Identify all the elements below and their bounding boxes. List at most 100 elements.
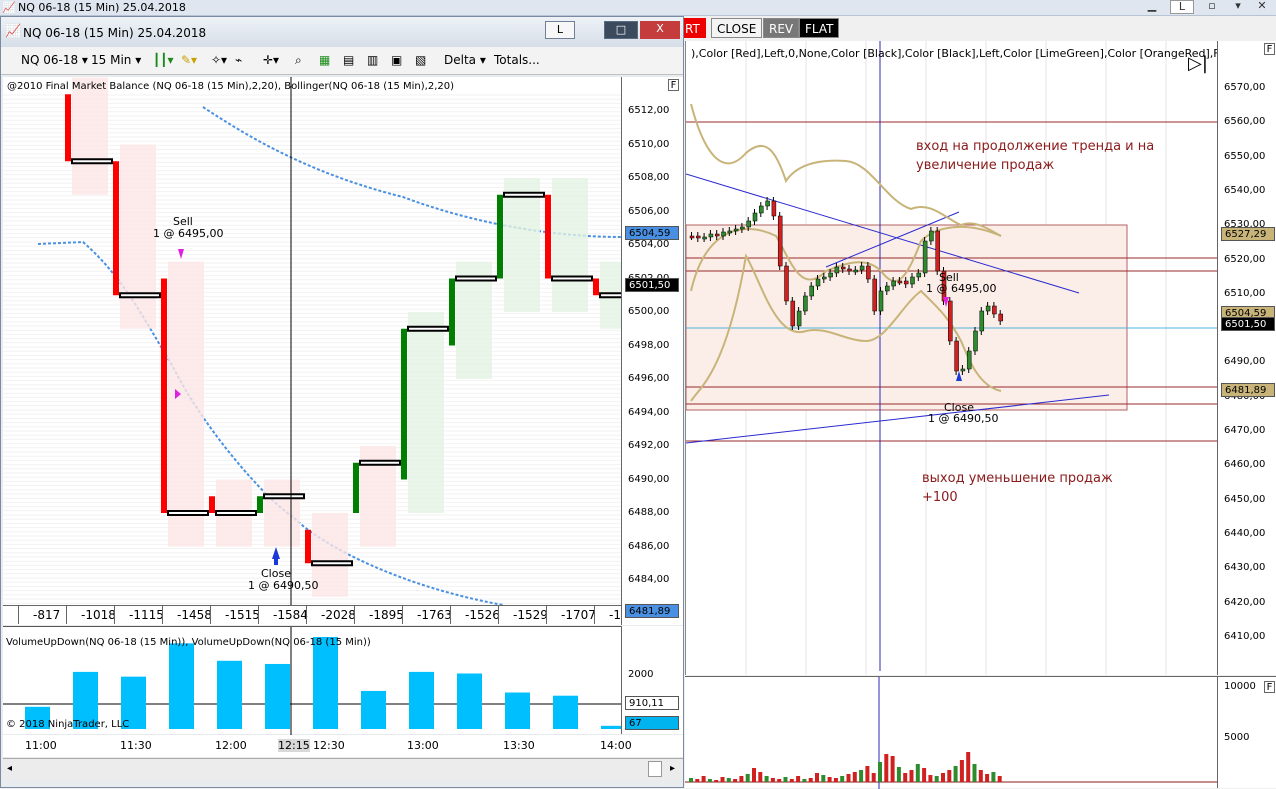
options-icon[interactable]: ▧ xyxy=(415,53,426,67)
right-volume-bar xyxy=(878,762,882,782)
right-volume-bar xyxy=(789,779,794,782)
right-volume-bar xyxy=(833,778,838,782)
right-volume-bar xyxy=(896,767,901,782)
reverse-position-button[interactable]: REV xyxy=(763,18,800,38)
scroll-left-icon[interactable]: ◂ xyxy=(7,763,12,774)
right-volume-bar xyxy=(758,772,763,782)
float-close-button[interactable]: X xyxy=(640,21,680,39)
delta-separator xyxy=(306,606,307,624)
delta-separator xyxy=(402,606,403,624)
float-panel-flag[interactable]: F xyxy=(668,79,679,91)
wand-icon[interactable]: ⌁ xyxy=(235,53,242,67)
scroll-thumb[interactable] xyxy=(648,761,662,777)
strategies-icon[interactable]: ▤ xyxy=(343,53,354,67)
right-candle-body xyxy=(853,269,859,273)
tag-upper: 6527,29 xyxy=(1221,227,1275,241)
right-volume-axis[interactable]: 10000 5000 F xyxy=(1217,676,1276,788)
delta-cell: -2028 xyxy=(321,608,356,622)
right-axis-tick: 6420,00 xyxy=(1224,596,1266,608)
draw-tool-icon[interactable]: ✧▾ xyxy=(211,53,227,67)
close-position-button[interactable]: CLOSE xyxy=(711,18,763,38)
delta-separator xyxy=(450,606,451,624)
right-axis-tick: 6490,00 xyxy=(1224,356,1266,368)
right-axis-tick: 6410,00 xyxy=(1224,630,1266,642)
play-end-icon[interactable]: ▷| xyxy=(1188,53,1208,74)
float-maximize-button[interactable]: □ xyxy=(604,21,638,39)
right-volume-bar xyxy=(915,764,920,782)
indicators-icon[interactable]: ▦ xyxy=(319,53,330,67)
right-volume-bar xyxy=(770,778,775,782)
bar-type-icon[interactable]: ┃┃▾ xyxy=(153,53,173,67)
float-axis-tick: 6512,00 xyxy=(628,105,670,116)
right-candle-body xyxy=(998,313,1003,322)
pencil-icon[interactable]: ✎▾ xyxy=(181,53,197,67)
interval-dropdown[interactable]: 15 Min ▾ xyxy=(91,53,141,67)
right-candle-body xyxy=(790,300,796,327)
time-label: 12:15 xyxy=(278,739,310,752)
right-price-chart[interactable]: Sell 1 @ 6495,00 Close 1 @ 6490,50 ),Col… xyxy=(685,41,1276,675)
float-price-axis[interactable]: 6512,006510,006508,006506,006504,006502,… xyxy=(621,77,683,625)
right-axis-tick: 6570,00 xyxy=(1224,82,1266,93)
delta-separator xyxy=(354,606,355,624)
float-sell-price: 1 @ 6495,00 xyxy=(153,227,223,240)
right-axis-tick: 6450,00 xyxy=(1224,493,1266,505)
delta-value: Delta xyxy=(444,53,477,67)
right-volume-bar xyxy=(827,777,832,782)
footprint-chart[interactable]: Sell 1 @ 6495,00 Close 1 @ 6490,50 @2010… xyxy=(3,77,621,605)
right-axis-tick: 6440,00 xyxy=(1224,527,1266,539)
vol-tick-10000: 10000 xyxy=(1224,681,1256,692)
delta-dropdown[interactable]: Delta ▾ xyxy=(444,53,486,67)
right-candle-body xyxy=(872,278,877,312)
floating-window-titlebar[interactable]: 📈 NQ 06-18 (15 Min) 25.04.2018 L □ X xyxy=(1,17,683,47)
right-vol-panel-flag[interactable]: F xyxy=(1264,681,1275,693)
right-candle-body xyxy=(929,230,934,242)
float-volume-panel[interactable]: VolumeUpDown(NQ 06-18 (15 Min)), VolumeU… xyxy=(3,626,621,735)
right-candle-body xyxy=(828,272,833,278)
data-box-icon[interactable]: ▣ xyxy=(391,53,402,67)
candle-body xyxy=(161,278,167,513)
volume-bar xyxy=(313,637,338,729)
right-volume-bar xyxy=(777,779,782,782)
horizontal-scrollbar[interactable]: ◂ ▸ xyxy=(3,758,683,780)
right-volume-bar xyxy=(884,754,889,782)
float-axis-tick: 6500,00 xyxy=(628,306,670,317)
right-candle-body xyxy=(834,266,840,274)
instrument-value: NQ 06-18 xyxy=(21,53,79,67)
restore-button[interactable]: L xyxy=(1170,0,1194,14)
right-volume-bar xyxy=(701,776,706,782)
crosshair-icon[interactable]: ✛▾ xyxy=(263,53,279,67)
right-volume-bars xyxy=(689,752,1002,782)
right-volume-bar xyxy=(752,768,756,782)
window-menu-button[interactable]: ▾ xyxy=(1226,0,1250,14)
poc-marker xyxy=(551,275,593,282)
float-minimize-button[interactable]: L xyxy=(545,21,575,39)
cluster-cells xyxy=(72,77,108,195)
flat-position-button[interactable]: FLAT xyxy=(799,18,840,38)
right-volume-bar xyxy=(739,776,744,782)
right-volume-bar xyxy=(991,772,996,782)
right-candle-body xyxy=(935,230,940,272)
right-price-axis[interactable]: 6570,00 6560,00 6550,00 6540,00 6530,00 6520,… xyxy=(1217,41,1276,675)
float-axis-tick: 6492,00 xyxy=(628,440,670,451)
float-volume-axis[interactable]: 2000 910,11 67 xyxy=(621,626,683,734)
zoom-icon[interactable]: ⌕ xyxy=(295,53,302,68)
float-close-price: 1 @ 6490,50 xyxy=(248,579,318,592)
right-volume-panel[interactable] xyxy=(685,676,1217,789)
instrument-dropdown[interactable]: NQ 06-18 ▾ xyxy=(21,53,88,67)
right-candle-body xyxy=(746,220,751,228)
right-volume-bar xyxy=(764,776,769,782)
totals-dropdown[interactable]: Totals... xyxy=(494,53,540,67)
scroll-right-icon[interactable]: ▸ xyxy=(670,763,675,774)
interval-value: 15 Min xyxy=(91,53,132,67)
properties-icon[interactable]: ▥ xyxy=(367,53,378,67)
maximize-button[interactable]: ▫ xyxy=(1200,0,1224,14)
close-window-button[interactable]: ✕ xyxy=(1250,0,1274,14)
float-tag-mid: 6504,59 xyxy=(625,226,679,240)
float-tag-last: 6501,50 xyxy=(625,278,679,292)
right-panel-flag[interactable]: F xyxy=(1264,43,1275,55)
delta-cell: -1515 xyxy=(225,608,260,622)
right-candle-body xyxy=(903,280,909,285)
delta-cell: -1707 xyxy=(561,608,596,622)
minimize-button[interactable]: ▁ xyxy=(1140,0,1164,14)
candle-body xyxy=(353,462,359,513)
